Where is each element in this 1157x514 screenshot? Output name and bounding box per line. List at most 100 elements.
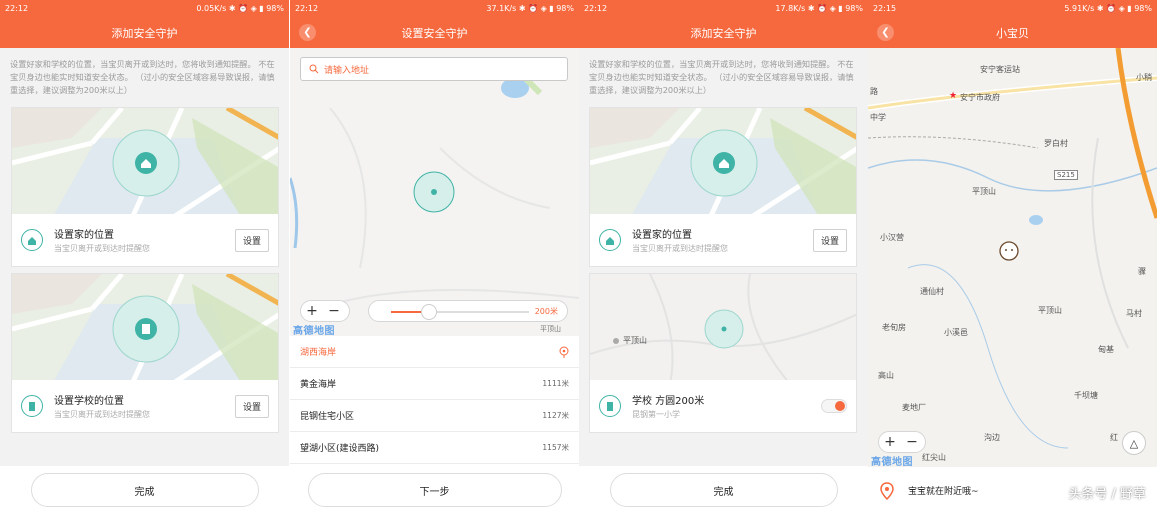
result-name: 湖西海岸 <box>300 348 337 358</box>
map-label: 安宁市政府 <box>960 93 1000 102</box>
map-label: 红尖山 <box>922 453 946 462</box>
map-view[interactable] <box>290 48 579 336</box>
map-logo: 高德地图 <box>293 326 335 337</box>
bottom-bar: 下一步 <box>290 466 579 514</box>
search-results: 湖西海岸 黄金海岸 1111米 昆钢住宅小区 1127米 望湖小区(建设西路) … <box>290 336 579 464</box>
title-bar: 添加安全守护 <box>579 17 868 48</box>
map-label: 路 <box>870 87 878 96</box>
page-title: 添加安全守护 <box>111 26 178 40</box>
result-item[interactable]: 昆钢住宅小区 1127米 <box>290 400 579 432</box>
school-icon <box>599 395 621 417</box>
title-bar: ❮ 小宝贝 <box>868 17 1157 48</box>
radius-slider[interactable]: 200米 <box>368 300 568 322</box>
home-map-preview <box>12 108 278 218</box>
status-indicators: 37.1K/s ✱ ⏰ ◈ ▮ 98% <box>486 4 574 13</box>
home-card[interactable]: 设置家的位置 当宝贝离开或到达时提醒您 设置 <box>589 107 857 267</box>
home-icon <box>599 229 621 251</box>
location-status-text: 宝宝就在附近哦~ <box>908 487 979 497</box>
screen-add-safety-2: 22:12 17.8K/s ✱ ⏰ ◈ ▮ 98% 添加安全守护 设置好家和学校… <box>579 0 868 514</box>
status-indicators: 0.05K/s ✱ ⏰ ◈ ▮ 98% <box>196 4 284 13</box>
back-icon[interactable]: ❮ <box>299 24 316 41</box>
result-name: 昆钢住宅小区 <box>300 412 355 422</box>
school-card-title: 学校 方圆200米 <box>632 396 705 407</box>
home-card[interactable]: 设置家的位置 当宝贝离开或到达时提醒您 设置 <box>11 107 279 267</box>
result-item[interactable]: 湖西海岸 <box>290 336 579 368</box>
home-card-subtitle: 当宝贝离开或到达时提醒您 <box>632 244 728 253</box>
bottom-bar: 完成 <box>579 466 868 514</box>
home-card-footer: 设置家的位置 当宝贝离开或到达时提醒您 设置 <box>12 214 278 266</box>
map-label: 小稍 <box>1136 73 1152 82</box>
status-bar: 22:15 5.91K/s ✱ ⏰ ◈ ▮ 98% <box>868 0 1157 17</box>
landmark-star-icon: ★ <box>949 91 958 101</box>
result-item[interactable]: 望湖小区(建设西路) 1157米 <box>290 432 579 464</box>
search-icon <box>309 64 319 74</box>
screen-set-safety: 22:12 37.1K/s ✱ ⏰ ◈ ▮ 98% ❮ 设置安全守护 请输入地址… <box>290 0 579 514</box>
status-bar: 22:12 17.8K/s ✱ ⏰ ◈ ▮ 98% <box>579 0 868 17</box>
school-card[interactable]: 平顶山 学校 方圆200米 昆钢第一小学 <box>589 273 857 433</box>
map-label: 中学 <box>870 113 886 122</box>
map-label: 安宁客运站 <box>980 65 1020 74</box>
radius-slider-thumb[interactable] <box>421 304 437 320</box>
set-school-button[interactable]: 设置 <box>234 394 269 418</box>
map-label: 高山 <box>878 371 894 380</box>
search-placeholder: 请输入地址 <box>324 65 370 76</box>
home-map-preview <box>590 108 856 218</box>
page-title: 小宝贝 <box>996 26 1029 40</box>
map-label: 小溪邑 <box>944 328 968 337</box>
set-home-button[interactable]: 设置 <box>812 228 847 252</box>
school-map-preview <box>590 274 856 384</box>
zoom-control: + − <box>878 431 926 453</box>
done-button[interactable]: 完成 <box>609 473 838 507</box>
location-pin-icon <box>880 481 894 500</box>
radius-value: 200米 <box>534 307 558 316</box>
address-search-input[interactable]: 请输入地址 <box>300 57 568 81</box>
zoom-control: + − <box>300 300 350 322</box>
map-label: 骤 <box>1138 267 1146 276</box>
title-bar: 添加安全守护 <box>0 17 289 48</box>
zoom-in-button[interactable]: + <box>879 434 901 450</box>
intro-text: 设置好家和学校的位置，当宝贝离开或到达时，您将收到通知提醒。 不在宝贝身边也能实… <box>0 48 289 97</box>
school-guard-toggle[interactable] <box>821 399 847 413</box>
map-label: 通仙村 <box>920 287 944 296</box>
zoom-out-button[interactable]: − <box>323 303 345 319</box>
set-home-button[interactable]: 设置 <box>234 228 269 252</box>
result-distance: 1111米 <box>542 379 569 388</box>
status-indicators: 17.8K/s ✱ ⏰ ◈ ▮ 98% <box>775 4 863 13</box>
school-icon <box>21 395 43 417</box>
compass-icon[interactable]: △ <box>1122 431 1146 455</box>
done-button[interactable]: 完成 <box>30 473 259 507</box>
school-card[interactable]: 设置学校的位置 当宝贝离开或到达时提醒您 设置 <box>11 273 279 433</box>
bottom-bar: 完成 <box>0 466 289 514</box>
map-label: 小汉营 <box>880 233 904 242</box>
home-icon <box>21 229 43 251</box>
map-label: 平顶山 <box>1038 306 1062 315</box>
back-icon[interactable]: ❮ <box>877 24 894 41</box>
school-card-subtitle: 昆钢第一小学 <box>632 410 680 419</box>
screen-add-safety-1: 22:12 0.05K/s ✱ ⏰ ◈ ▮ 98% 添加安全守护 设置好家和学校… <box>0 0 289 514</box>
map-label: 红 <box>1110 433 1118 442</box>
status-time: 22:15 <box>873 4 897 13</box>
result-name: 黄金海岸 <box>300 380 337 390</box>
result-distance: 1157米 <box>542 443 569 452</box>
home-card-footer: 设置家的位置 当宝贝离开或到达时提醒您 设置 <box>590 214 856 266</box>
status-time: 22:12 <box>295 4 319 13</box>
map-label: 罗白村 <box>1044 139 1068 148</box>
map-logo: 高德地图 <box>871 457 913 468</box>
home-card-title: 设置家的位置 <box>54 230 114 241</box>
result-name: 望湖小区(建设西路) <box>300 444 380 454</box>
title-bar: ❮ 设置安全守护 <box>290 17 579 48</box>
status-indicators: 5.91K/s ✱ ⏰ ◈ ▮ 98% <box>1064 4 1152 13</box>
map-label: 平顶山 <box>972 187 996 196</box>
map-label: S215 <box>1054 170 1078 180</box>
map-label: 老旬房 <box>882 323 906 332</box>
next-button[interactable]: 下一步 <box>307 473 562 507</box>
map-place-label: 平顶山 <box>623 336 647 345</box>
result-item[interactable]: 黄金海岸 1111米 <box>290 368 579 400</box>
zoom-in-button[interactable]: + <box>301 303 323 319</box>
page-title: 添加安全守护 <box>690 26 757 40</box>
map-label: 甸基 <box>1098 345 1114 354</box>
location-pin-icon <box>559 346 569 358</box>
status-bar: 22:12 37.1K/s ✱ ⏰ ◈ ▮ 98% <box>290 0 579 17</box>
zoom-out-button[interactable]: − <box>901 434 923 450</box>
school-card-title: 设置学校的位置 <box>54 396 124 407</box>
